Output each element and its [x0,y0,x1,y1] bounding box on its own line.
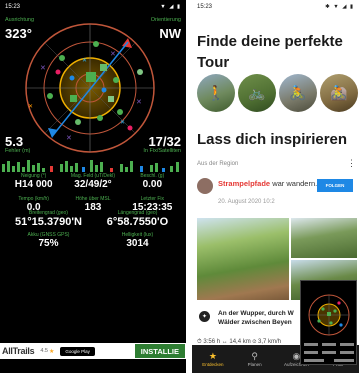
map-pin-icon: ⚲ [251,351,258,361]
ad-rating: 4.5 [40,348,48,354]
satellites-label: In Fix/Satelliten [143,148,181,154]
sensor-row-1: Neigung (°) H14 000 Mag. Feld (uT/Dekl) 32… [4,173,182,190]
sensor-row-4: Akku (GNSS GPS) 75% Helligkeit (lux) 3014 [4,232,182,249]
post-date: 20. August 2020 10:2 [218,199,275,205]
tour-pin-icon: ✦ [199,311,210,322]
direction-value: NW [159,26,181,41]
tour-heading: Finde deine perfekte Tour [197,33,343,71]
error-value: 5.3 [5,134,24,149]
svg-text:✕: ✕ [120,119,125,126]
latitude-cell: Breitengrad (geo) 51°15.3790'N [15,210,82,228]
svg-text:✕: ✕ [28,103,33,110]
category-road-bike[interactable]: 🚴 [279,74,317,112]
azimuth-value: 323° [5,26,32,41]
svg-text:✕: ✕ [136,98,142,106]
bike-icon: 🚲 [248,84,266,101]
google-play-badge[interactable]: Google Play [60,346,95,356]
follow-button[interactable]: FOLGEN [317,179,353,192]
region-label: Aus der Region [197,161,239,167]
satellites-value: 17/32 [148,134,181,149]
error-label: Fehler (m) [5,148,31,154]
star-icon: ★ [48,348,55,355]
tour-photo-main[interactable] [197,218,289,300]
brightness-cell: Helligkeit (lux) 3014 [121,232,154,249]
ad-banner[interactable]: AllTrails 4.5 ★ Google Play INSTALLIE [0,343,186,359]
tour-caption[interactable]: An der Wupper, durch W Wälder zwischen B… [218,309,308,327]
star-icon: ★ [208,351,217,361]
svg-text:✕: ✕ [82,57,87,64]
gps-status-screen: 15:23 ▼ ◢ ▮ ✕ ✕ ✕ ✕ ✕ ✕ ✕ Ausrichtung 32… [0,0,186,373]
tour-photo-2[interactable] [291,218,357,258]
status-bar: 15:23 ✱ ▼ ◢ ▮ [192,0,359,14]
avatar[interactable] [197,178,213,194]
road-bike-icon: 🚴 [289,84,307,101]
direction-label: Orientierung [150,17,181,23]
nav-plan[interactable]: ⚲ Planen [234,345,276,373]
azimuth-label: Ausrichtung [5,17,35,23]
accel-cell: Beschl. (g) 0.00 [140,173,165,190]
author-line: Strampelpfade war wandern. [218,179,318,188]
south-arrow [48,128,58,138]
svg-text:✕: ✕ [66,134,72,142]
ad-brand: AllTrails [2,346,35,356]
signal-bars [2,160,179,172]
category-mountain-bike[interactable]: 🚵 [320,74,358,112]
longitude-cell: Längengrad (geo) 6°58.7550'O [106,210,169,228]
status-icons: ✱ ▼ ◢ ▮ [325,4,354,10]
mini-radar [304,294,354,362]
status-time: 15:23 [197,4,213,10]
author-name[interactable]: Strampelpfade [218,179,270,188]
battery-cell: Akku (GNSS GPS) 75% [27,232,70,249]
category-hiking[interactable]: 🚶 [197,74,235,112]
hiking-icon: 🚶 [207,84,225,101]
category-bike[interactable]: 🚲 [238,74,276,112]
pitch-cell: Neigung (°) H14 000 [14,173,53,190]
system-nav-bar [0,359,186,373]
nav-discover[interactable]: ★ Entdecken [192,345,234,373]
inspiration-heading: Lass dich inspirieren [197,131,348,148]
svg-text:✕: ✕ [40,64,46,72]
author-action: war wandern. [272,179,318,188]
gps-overlay-window[interactable] [300,280,357,365]
mountain-bike-icon: 🚵 [330,84,348,101]
install-button[interactable]: INSTALLIE [134,344,185,358]
more-options-icon[interactable]: ⋮ [347,158,356,169]
svg-text:✕: ✕ [110,50,116,58]
mag-field-cell: Mag. Feld (uT/Dekl) 32/49/2° [70,173,116,190]
coordinates-row: Breitengrad (geo) 51°15.3790'N Längengrad… [4,210,182,228]
